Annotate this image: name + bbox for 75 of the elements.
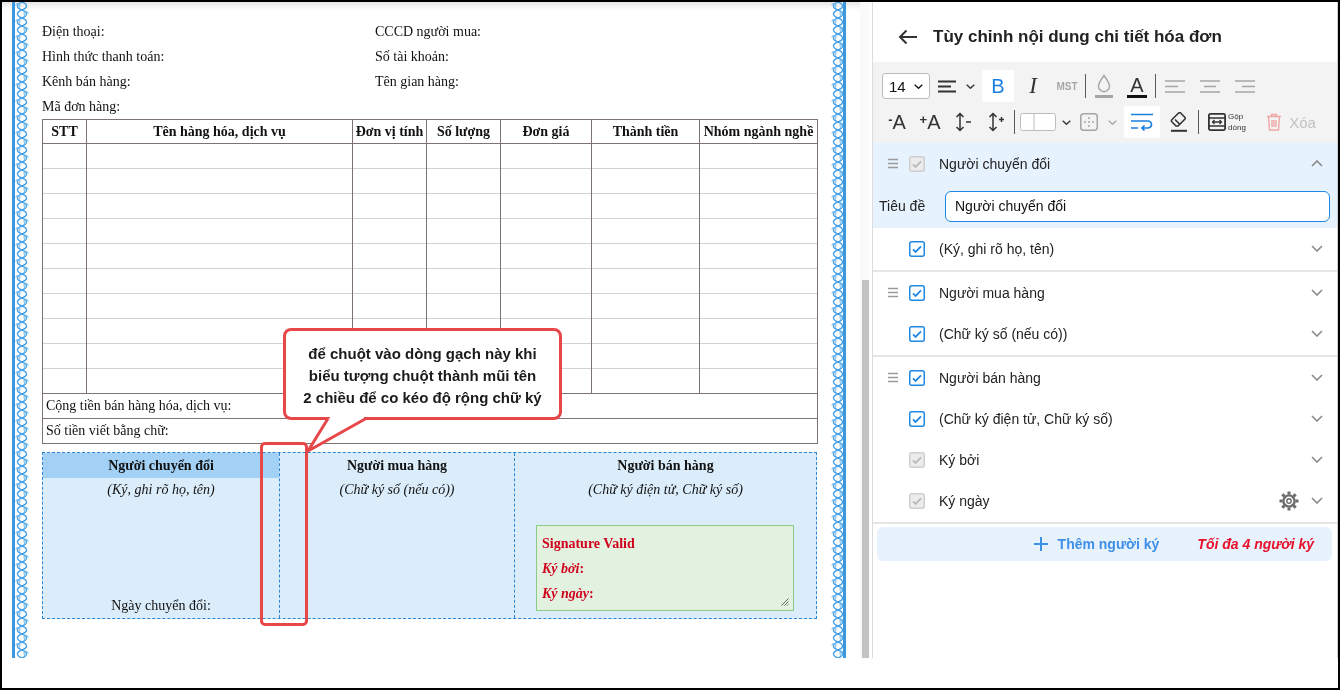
merge-rows-button[interactable]: Gộp dòng: [1202, 106, 1252, 138]
text-lines-icon: [937, 79, 956, 93]
signature-status: Signature Valid: [542, 535, 635, 553]
align-center-icon: [1200, 79, 1220, 93]
trash-icon: [1266, 113, 1283, 131]
chevron-down-icon[interactable]: [1311, 289, 1323, 296]
checkbox[interactable]: [909, 410, 925, 427]
wrap-arrow-icon: [1130, 113, 1154, 131]
field-label: Kênh bán hàng:: [42, 73, 131, 90]
align-right-icon: [1235, 79, 1255, 93]
chevron-down-icon: [1107, 119, 1117, 125]
chevron-down-icon[interactable]: [1311, 330, 1323, 337]
back-arrow-icon[interactable]: [898, 29, 918, 45]
eraser-icon: [1170, 112, 1188, 132]
align-left-icon: [1165, 79, 1185, 93]
signer-title[interactable]: Người bán hàng: [939, 369, 1041, 386]
column-header: Đơn vị tính: [352, 119, 427, 144]
chevron-down-icon[interactable]: [1311, 415, 1323, 422]
signature-note: (Chữ ký điện tử, Chữ ký số): [588, 481, 743, 499]
chevron-down-icon[interactable]: [1311, 374, 1323, 381]
chevron-down-icon: [965, 83, 975, 89]
signature-line-label: Ký bởi: [939, 451, 980, 468]
checkbox[interactable]: [909, 369, 925, 386]
column-header: Số lượng: [426, 119, 501, 144]
italic-button[interactable]: I: [1017, 70, 1049, 102]
field-label: Số tài khoản:: [375, 48, 449, 65]
font-color-button[interactable]: A: [1122, 70, 1152, 102]
drag-handle-icon[interactable]: [888, 287, 898, 298]
signature-note: (Ký, ghi rõ họ, tên): [107, 481, 215, 499]
vertical-arrow-minus-icon: [955, 112, 971, 132]
chevron-down-icon: [1061, 119, 1071, 125]
column-header: STT: [42, 119, 87, 144]
signature-line-label: (Ký, ghi rõ họ, tên): [939, 240, 1055, 257]
drag-handle-icon[interactable]: [888, 372, 898, 383]
column-header: Đơn giá: [500, 119, 592, 144]
bold-button[interactable]: B: [982, 70, 1014, 102]
increase-font-button[interactable]: $^{+}$A: [915, 106, 945, 138]
field-label: Mã đơn hàng:: [42, 98, 121, 115]
signature-title[interactable]: Người mua hàng: [346, 453, 448, 478]
field-label: Hình thức thanh toán:: [42, 48, 165, 65]
signature-note: (Chữ ký số (nếu có)): [339, 481, 455, 499]
checkbox[interactable]: [909, 325, 925, 342]
droplet-icon: [1095, 74, 1113, 98]
gear-icon[interactable]: [1279, 490, 1299, 511]
wrap-text-button[interactable]: [1124, 106, 1160, 138]
field-label: Tiêu đề: [879, 198, 926, 214]
limit-note: Tối đa 4 người ký: [1197, 536, 1314, 552]
signature-line-label: (Chữ ký điện tử, Chữ ký số): [939, 410, 1113, 427]
font-size-select[interactable]: 14: [882, 73, 930, 99]
column-header: Nhóm ngành nghề: [699, 119, 818, 144]
signature-line-label: (Chữ ký số (nếu có)): [939, 325, 1068, 342]
field-label: CCCD người mua:: [375, 23, 481, 40]
panel-title: Tùy chỉnh nội dung chi tiết hóa đơn: [933, 27, 1222, 47]
signature-footer: Ngày chuyển đổi:: [111, 597, 211, 618]
drag-handle-icon[interactable]: [888, 158, 898, 169]
signature-title[interactable]: Người chuyển đổi: [43, 453, 279, 478]
column-header: Thành tiền: [591, 119, 700, 144]
vertical-arrow-plus-icon: [988, 112, 1004, 132]
plus-icon: [1033, 537, 1048, 551]
resize-grip-icon[interactable]: [781, 598, 789, 606]
field-label: Tên gian hàng:: [375, 73, 459, 90]
decrease-font-button[interactable]: $^{-}$A: [882, 106, 912, 138]
signature-title[interactable]: Người bán hàng: [617, 453, 714, 478]
signer-title[interactable]: Người mua hàng: [939, 284, 1045, 301]
split-rectangle-icon: [1019, 113, 1056, 131]
checkbox[interactable]: [909, 284, 925, 301]
signature-field: Ký ngày:: [542, 581, 594, 606]
field-label: Điện thoại:: [42, 23, 105, 40]
merge-cells-icon: [1208, 113, 1227, 131]
chevron-down-icon: [914, 83, 923, 89]
column-header: Tên hàng hóa, dịch vụ: [86, 119, 353, 144]
dotted-square-icon: [1079, 113, 1098, 131]
signature-field: Ký bởi:: [542, 556, 585, 581]
scrollbar-thumb[interactable]: [862, 280, 869, 658]
signature-line-label: Ký ngày: [939, 492, 990, 509]
